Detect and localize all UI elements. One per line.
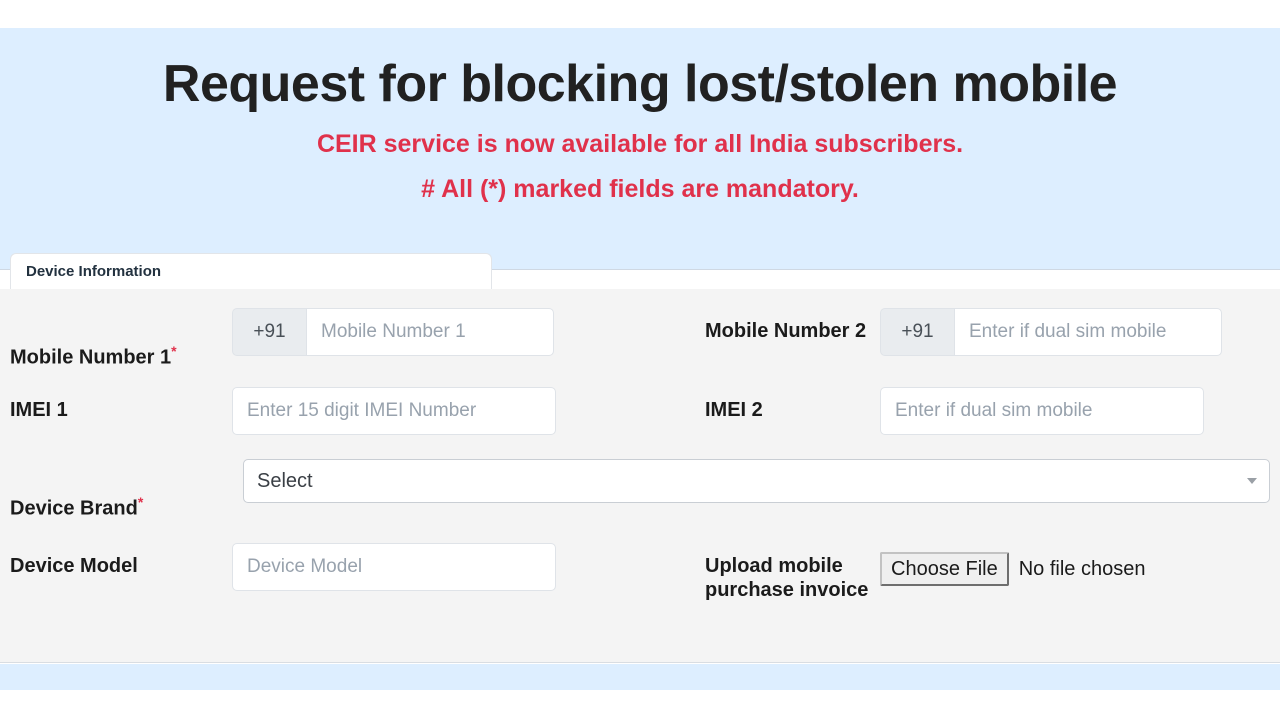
page-title: Request for blocking lost/stolen mobile	[162, 55, 1118, 113]
field-group-mobile-number-1: Mobile Number 1* +91	[0, 308, 640, 370]
form-row-device-brand: Device Brand* Select	[0, 459, 1280, 521]
mobile-number-2-input[interactable]	[954, 308, 1222, 356]
form-row-device-model-upload: Device Model Upload mobile purchase invo…	[0, 543, 1280, 603]
label-mobile-number-1: Mobile Number 1*	[0, 308, 232, 370]
file-chosen-status: No file chosen	[1018, 557, 1146, 580]
tab-device-information[interactable]: Device Information	[10, 253, 492, 289]
form-row-imei: IMEI 1 IMEI 2	[0, 387, 1280, 435]
field-group-device-brand-label: Device Brand*	[0, 459, 243, 521]
device-brand-select-wrapper: Select	[243, 459, 1270, 503]
mandatory-fields-note: # All (*) marked fields are mandatory.	[421, 175, 859, 204]
label-mobile-number-2: Mobile Number 2	[705, 320, 867, 342]
label-device-brand: Device Brand*	[0, 459, 232, 521]
page-header-banner: Request for blocking lost/stolen mobile …	[0, 28, 1280, 270]
imei-1-input[interactable]	[232, 387, 556, 435]
tab-device-information-label: Device Information	[26, 263, 162, 280]
upload-invoice-file-input[interactable]: Choose File No file chosen	[880, 543, 1145, 587]
input-group-mobile-number-2: +91	[880, 308, 1222, 356]
mobile-number-1-input[interactable]	[306, 308, 554, 356]
device-brand-select[interactable]: Select	[243, 459, 1270, 503]
field-group-imei-1: IMEI 1	[0, 387, 640, 435]
tab-bar: Device Information	[0, 253, 1280, 289]
footer-band	[0, 664, 1280, 690]
field-group-mobile-number-2: Mobile Number 2 +91	[640, 308, 1280, 370]
service-notice: CEIR service is now available for all In…	[316, 130, 964, 159]
imei-2-input[interactable]	[880, 387, 1204, 435]
field-group-upload-invoice: Upload mobile purchase invoice Choose Fi…	[640, 543, 1280, 603]
input-group-mobile-number-1: +91	[232, 308, 554, 356]
device-information-form: Mobile Number 1* +91 Mobile Number 2 +91…	[0, 289, 1280, 663]
required-asterisk-mobile-number-1: *	[171, 343, 177, 360]
choose-file-button[interactable]: Choose File	[880, 552, 1009, 586]
label-imei-1: IMEI 1	[10, 399, 68, 421]
country-code-addon-1: +91	[232, 308, 306, 356]
label-upload-invoice: Upload mobile purchase invoice	[705, 555, 869, 602]
label-device-model: Device Model	[10, 555, 138, 577]
label-mobile-number-1-text: Mobile Number 1	[10, 347, 172, 370]
required-asterisk-device-brand: *	[137, 494, 144, 511]
label-device-brand-text: Device Brand	[10, 498, 138, 521]
country-code-addon-2: +91	[880, 308, 954, 356]
form-row-mobile-numbers: Mobile Number 1* +91 Mobile Number 2 +91	[0, 308, 1280, 370]
label-imei-2: IMEI 2	[705, 399, 763, 421]
field-group-device-model: Device Model	[0, 543, 640, 603]
page-root: Request for blocking lost/stolen mobile …	[0, 0, 1280, 720]
device-model-input[interactable]	[232, 543, 556, 591]
field-group-imei-2: IMEI 2	[640, 387, 1280, 435]
